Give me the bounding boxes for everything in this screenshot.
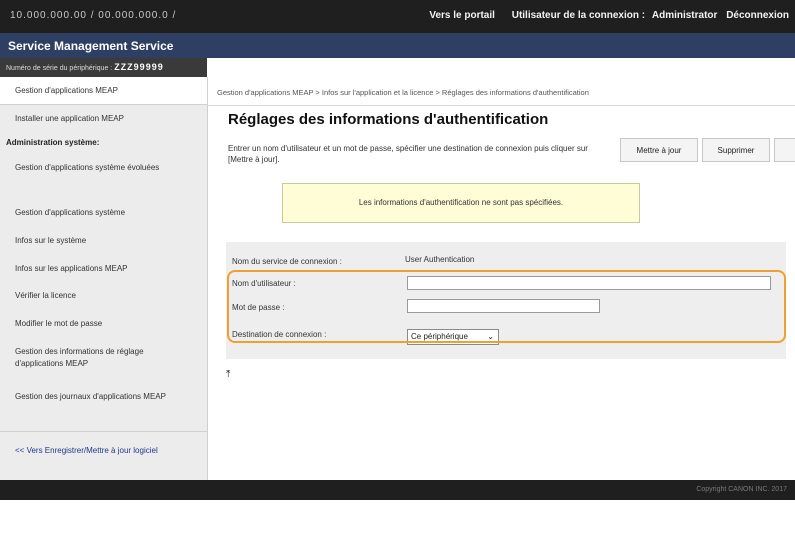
sidebar-item-meap-info[interactable]: Infos sur les applications MEAP [0, 257, 207, 277]
register-update-software-link[interactable]: << Vers Enregistrer/Mettre à jour logici… [15, 445, 190, 457]
divider [0, 431, 207, 432]
sidebar-item-meap-settings[interactable]: Gestion des informations de réglage d'ap… [0, 343, 207, 373]
serial-number-bar: Numéro de série du périphérique : ZZZ999… [0, 58, 207, 77]
back-to-top-icon[interactable]: ⤒ [226, 369, 230, 380]
sidebar-item-label: Vérifier la licence [15, 291, 76, 300]
footer: Copyright CANON INC. 2017 [0, 480, 795, 500]
sidebar-item-install-meap[interactable]: Installer une application MEAP [0, 105, 207, 131]
overflow-button[interactable] [774, 138, 795, 162]
app-title: Service Management Service [8, 39, 174, 53]
login-user-label: Utilisateur de la connexion : [511, 10, 646, 21]
serial-label-text: Numéro de série du périphérique : [6, 65, 113, 72]
sidebar-item-label: Modifier le mot de passe [15, 319, 103, 328]
notice-message: Les informations d'authentification ne s… [282, 183, 640, 223]
sidebar-item-label: Gestion d'applications système [15, 208, 126, 217]
login-user-name: Administrator [651, 10, 718, 21]
page-title: Réglages des informations d'authentifica… [228, 111, 549, 128]
logout-link[interactable]: Déconnexion [726, 10, 789, 21]
service-value: User Authentication [405, 255, 475, 264]
sidebar-item-system-info[interactable]: Infos sur le système [0, 229, 207, 249]
breadcrumb: Gestion d'applications MEAP > Infos sur … [217, 88, 589, 97]
top-bar: 10.000.000.00 / 00.000.000.0 / Vers le p… [0, 0, 795, 33]
service-label: Nom du service de connexion : [232, 257, 342, 266]
serial-label: Numéro de série du périphérique : ZZZ999… [6, 62, 164, 72]
divider [208, 105, 795, 106]
page-description: Entrer un nom d'utilisateur et un mot de… [228, 144, 588, 164]
sidebar-item-change-password[interactable]: Modifier le mot de passe [0, 312, 207, 332]
serial-value: ZZZ99999 [114, 62, 164, 72]
update-button[interactable]: Mettre à jour [620, 138, 698, 162]
sidebar-item-label: Gestion d'applications MEAP [15, 86, 118, 95]
sidebar-item-label: Gestion des informations de réglage d'ap… [15, 347, 144, 368]
sidebar-item-label: Gestion d'applications système évoluées [15, 163, 160, 172]
sidebar-item-label: Installer une application MEAP [15, 114, 124, 123]
top-links: Vers le portail Utilisateur de la connex… [415, 10, 789, 21]
delete-button[interactable]: Supprimer [702, 138, 770, 162]
app-title-bar: Service Management Service [0, 33, 795, 58]
copyright: Copyright CANON INC. 2017 [696, 486, 787, 493]
highlight-frame [227, 270, 786, 343]
sidebar-section-title: Administration système: [6, 138, 100, 147]
sidebar-item-meap-management[interactable]: Gestion d'applications MEAP [0, 77, 207, 104]
main-content: Gestion d'applications MEAP > Infos sur … [208, 77, 795, 480]
sidebar-item-label: Gestion des journaux d'applications MEAP [15, 392, 166, 401]
device-address: 10.000.000.00 / 00.000.000.0 / [10, 10, 177, 21]
sidebar-item-check-license[interactable]: Vérifier la licence [0, 284, 207, 304]
portal-link[interactable]: Vers le portail [429, 10, 495, 21]
sidebar-item-system-apps[interactable]: Gestion d'applications système [0, 201, 207, 221]
sidebar-item-advanced-system-apps[interactable]: Gestion d'applications système évoluées [0, 157, 207, 187]
sidebar-item-label: Infos sur le système [15, 236, 87, 245]
sidebar-item-meap-logs[interactable]: Gestion des journaux d'applications MEAP [0, 388, 207, 418]
sidebar: Gestion d'applications MEAP Installer un… [0, 77, 208, 480]
sidebar-item-label: Infos sur les applications MEAP [15, 264, 128, 273]
